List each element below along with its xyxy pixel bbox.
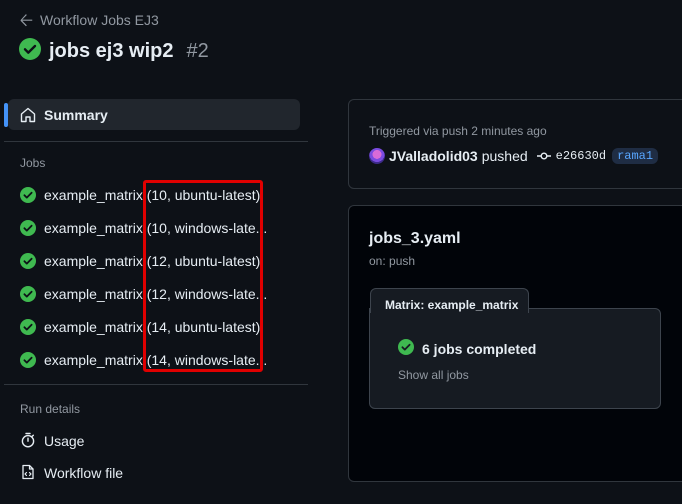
divider	[4, 141, 308, 142]
job-item[interactable]: example_matrix (14, ubuntu-latest)	[20, 315, 270, 339]
back-to-workflow-link[interactable]: Workflow Jobs EJ3	[20, 12, 159, 28]
job-item[interactable]: example_matrix (12, ubuntu-latest)	[20, 249, 270, 273]
sidebar-item-workflow-file[interactable]: Workflow file	[20, 462, 123, 484]
workflow-trigger: on: push	[369, 254, 416, 268]
sidebar-item-usage[interactable]: Usage	[20, 430, 84, 452]
branch-badge[interactable]: rama1	[612, 148, 659, 164]
check-circle-icon	[20, 187, 36, 203]
git-commit-icon	[536, 148, 552, 164]
action-text: pushed	[481, 148, 528, 164]
job-label: example_matrix (14, ubuntu-latest)	[44, 319, 261, 335]
commit-sha-link[interactable]: e26630d	[556, 149, 606, 163]
job-item[interactable]: example_matrix (14, windows-late...	[20, 348, 270, 372]
job-label: example_matrix (14, windows-late...	[44, 352, 268, 368]
stopwatch-icon	[20, 432, 36, 451]
job-label: example_matrix (10, windows-late...	[44, 220, 268, 236]
matrix-tab: Matrix: example_matrix	[370, 288, 529, 313]
push-info: JValladolid03 pushed e26630d rama1	[369, 148, 659, 164]
sidebar-item-summary[interactable]: Summary	[8, 99, 300, 130]
check-circle-icon	[19, 38, 41, 65]
arrow-left-icon	[20, 13, 34, 27]
matrix-group[interactable]: 6 jobs completed Show all jobs	[369, 308, 661, 409]
check-circle-icon	[20, 220, 36, 236]
workflow-file-name: jobs_3.yaml	[369, 230, 461, 247]
trigger-text: Triggered via push 2 minutes ago	[369, 124, 547, 138]
file-icon	[20, 464, 36, 483]
check-circle-icon	[20, 352, 36, 368]
sidebar-item-label: Summary	[44, 106, 108, 123]
sidebar-item-label: Workflow file	[44, 465, 124, 481]
home-icon	[20, 107, 36, 123]
check-circle-icon	[398, 339, 414, 358]
workflow-run-page: Workflow Jobs EJ3 jobs ej3 wip2 #2 Summa…	[0, 0, 682, 504]
matrix-title: Matrix: example_matrix	[385, 298, 519, 312]
matrix-status: 6 jobs completed	[398, 339, 536, 358]
sidebar-item-label: Usage	[44, 433, 85, 449]
show-all-jobs-link[interactable]: Show all jobs	[398, 368, 469, 382]
divider	[4, 384, 308, 385]
check-circle-icon	[20, 319, 36, 335]
trigger-card: Triggered via push 2 minutes ago JVallad…	[348, 99, 682, 189]
run-details-heading: Run details	[20, 402, 81, 416]
job-item[interactable]: example_matrix (12, windows-late...	[20, 282, 270, 306]
run-title: jobs ej3 wip2	[49, 40, 174, 62]
job-item[interactable]: example_matrix (10, windows-late...	[20, 216, 270, 240]
job-label: example_matrix (10, ubuntu-latest)	[44, 187, 261, 203]
back-link-label: Workflow Jobs EJ3	[40, 12, 159, 28]
job-label: example_matrix (12, windows-late...	[44, 286, 268, 302]
jobs-heading: Jobs	[20, 156, 46, 170]
check-circle-icon	[20, 286, 36, 302]
check-circle-icon	[20, 253, 36, 269]
username-link[interactable]: JValladolid03	[389, 148, 478, 164]
run-number: #2	[186, 40, 209, 62]
annotation-highlight-box	[143, 180, 263, 372]
page-title: jobs ej3 wip2 #2	[19, 38, 209, 65]
avatar[interactable]	[369, 148, 385, 164]
job-item[interactable]: example_matrix (10, ubuntu-latest)	[20, 183, 270, 207]
matrix-status-label: 6 jobs completed	[422, 340, 537, 357]
job-label: example_matrix (12, ubuntu-latest)	[44, 253, 261, 269]
